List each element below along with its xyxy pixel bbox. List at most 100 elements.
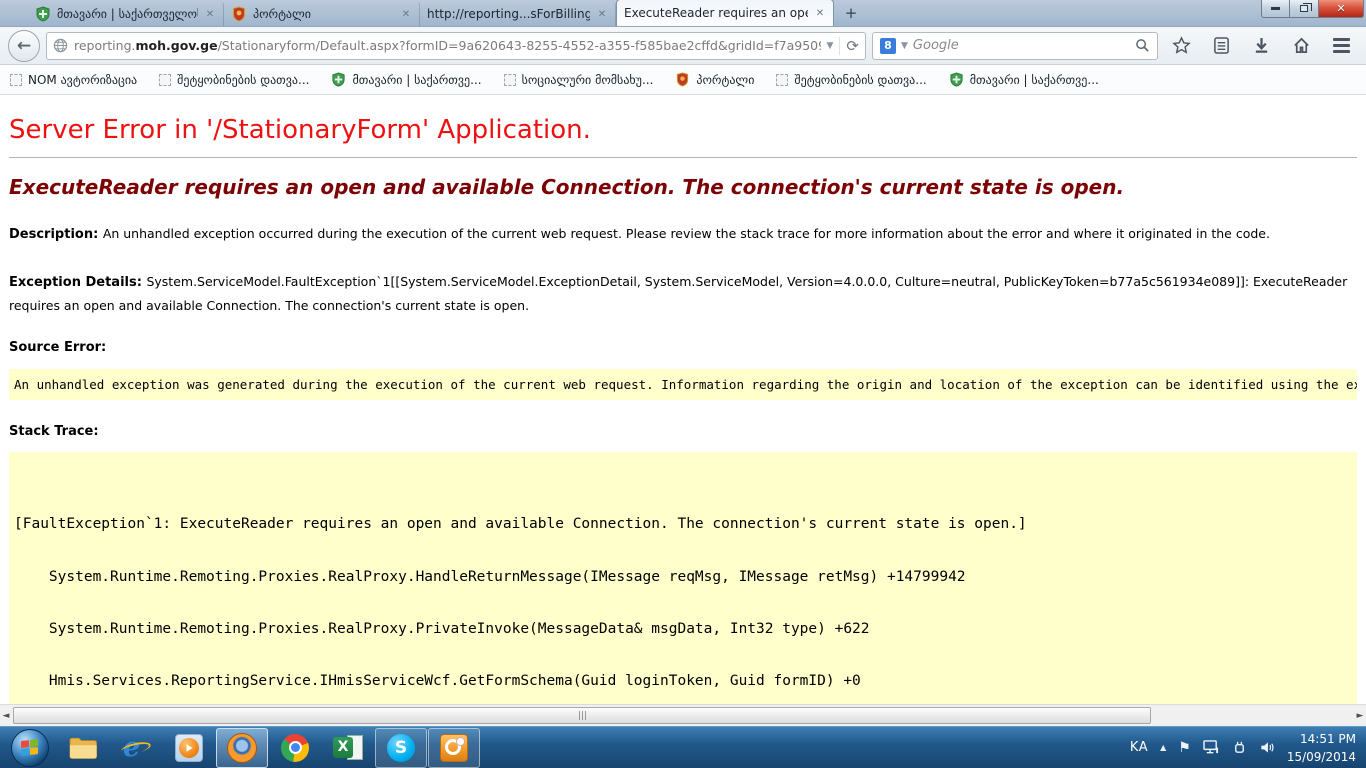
- description-paragraph: Description: An unhandled exception occu…: [9, 223, 1357, 247]
- bookmark-item[interactable]: მთავარი | საქართვე...: [331, 72, 481, 87]
- menu-button[interactable]: [1324, 31, 1358, 61]
- close-button[interactable]: ✕: [1318, 0, 1364, 18]
- url-text[interactable]: reporting.moh.gov.ge/Stationaryform/Defa…: [74, 38, 821, 53]
- default-bookmark-icon: [10, 74, 22, 86]
- source-error-box: An unhandled exception was generated dur…: [9, 369, 1357, 400]
- minimize-icon: [1271, 7, 1280, 10]
- taskbar-outlook-button[interactable]: [428, 728, 480, 768]
- taskbar-clock[interactable]: 14:51 PM 15/09/2014: [1287, 730, 1356, 766]
- taskbar-internet-explorer-button[interactable]: e: [110, 728, 162, 768]
- star-icon: [1172, 36, 1191, 55]
- green-shield-icon: [949, 72, 964, 87]
- downloads-button[interactable]: [1244, 31, 1278, 61]
- search-engine-icon[interactable]: 8: [880, 38, 896, 54]
- divider: [9, 157, 1357, 158]
- exception-label: Exception Details:: [9, 275, 146, 290]
- bookmark-item[interactable]: სოციალური მომსახუ...: [504, 73, 654, 87]
- description-text: An unhandled exception occurred during t…: [103, 226, 1270, 241]
- tab-title: ExecuteReader requires an ope...: [624, 6, 808, 20]
- scroll-left-arrow-icon[interactable]: ◄: [0, 705, 12, 727]
- taskbar-explorer-button[interactable]: [57, 728, 109, 768]
- scrollbar-thumb[interactable]: [13, 707, 1151, 724]
- green-shield-icon: [331, 72, 346, 87]
- stack-line: Hmis.Services.ReportingService.IHmisServ…: [14, 671, 1352, 691]
- page-content: Server Error in '/StationaryForm' Applic…: [0, 95, 1366, 704]
- stack-trace-label: Stack Trace:: [9, 424, 1357, 439]
- search-input[interactable]: [913, 38, 1130, 53]
- tab-portali[interactable]: პორტალი ✕: [224, 2, 420, 26]
- default-bookmark-icon: [776, 74, 788, 86]
- georgia-emblem-icon: [675, 72, 690, 87]
- taskbar-chrome-button[interactable]: [269, 728, 321, 768]
- firefox-icon: [227, 733, 257, 763]
- new-tab-button[interactable]: +: [838, 4, 864, 24]
- taskbar-skype-button[interactable]: S: [375, 728, 427, 768]
- tab-reporting-billing[interactable]: http://reporting...sForBilling.aspx ✕: [420, 2, 616, 26]
- tab-close-icon[interactable]: ✕: [814, 8, 826, 19]
- search-icon[interactable]: [1135, 38, 1150, 53]
- language-indicator[interactable]: KA: [1130, 740, 1148, 755]
- globe-icon: [53, 38, 68, 53]
- url-dropdown-icon[interactable]: ▼: [827, 41, 834, 51]
- stack-line: [FaultException`1: ExecuteReader require…: [14, 514, 1352, 534]
- search-engine-dropdown-icon[interactable]: ▼: [901, 41, 908, 51]
- taskbar: e X S KA ▲ ⚑: [0, 726, 1366, 768]
- start-button[interactable]: [4, 728, 56, 768]
- excel-icon: X: [333, 734, 363, 762]
- exception-text: System.ServiceModel.FaultException`1[[Sy…: [9, 274, 1347, 313]
- reload-icon[interactable]: ⟳: [846, 37, 859, 55]
- default-bookmark-icon: [504, 74, 516, 86]
- tab-title: მთავარი | საქართველოს ...: [57, 7, 198, 21]
- bookmark-star-button[interactable]: [1164, 31, 1198, 61]
- tab-bar: მთავარი | საქართველოს ... ✕ პორტალი ✕ ht…: [0, 0, 1366, 27]
- back-button[interactable]: ←: [8, 30, 40, 62]
- bookmarks-panel-button[interactable]: [1204, 31, 1238, 61]
- taskbar-excel-button[interactable]: X: [322, 728, 374, 768]
- hamburger-menu-icon: [1333, 38, 1350, 53]
- horizontal-scrollbar[interactable]: ◄ ►: [0, 704, 1366, 726]
- tab-close-icon[interactable]: ✕: [596, 9, 608, 20]
- stack-trace-box: [FaultException`1: ExecuteReader require…: [9, 452, 1357, 704]
- bookmark-label: შეტყობინების დათვა...: [177, 73, 309, 87]
- clock-time: 14:51 PM: [1300, 732, 1356, 746]
- windows-explorer-icon: [68, 735, 98, 761]
- window-controls: ✕: [1261, 0, 1364, 18]
- tab-close-icon[interactable]: ✕: [400, 9, 412, 20]
- bookmark-label: NOM ავტორიზაცია: [28, 73, 137, 87]
- taskbar-firefox-button[interactable]: [216, 728, 268, 768]
- network-icon[interactable]: [1203, 740, 1220, 755]
- tab-close-icon[interactable]: ✕: [204, 9, 216, 20]
- bookmark-item[interactable]: შეტყობინების დათვა...: [776, 73, 926, 87]
- internet-explorer-icon: e: [121, 734, 151, 762]
- volume-icon[interactable]: [1259, 740, 1275, 755]
- restore-button[interactable]: [1290, 0, 1318, 18]
- power-plug-icon[interactable]: [1232, 740, 1247, 755]
- scroll-right-arrow-icon[interactable]: ►: [1354, 705, 1366, 727]
- action-center-flag-icon[interactable]: ⚑: [1178, 740, 1191, 756]
- tab-mtavari[interactable]: მთავარი | საქართველოს ... ✕: [28, 2, 224, 26]
- bookmark-item[interactable]: პორტალი: [675, 72, 754, 87]
- tab-executereader-active[interactable]: ExecuteReader requires an ope... ✕: [616, 0, 834, 26]
- navigation-toolbar: ← reporting.moh.gov.ge/Stationaryform/De…: [0, 27, 1366, 65]
- taskbar-media-player-button[interactable]: [163, 728, 215, 768]
- bookmark-label: შეტყობინების დათვა...: [794, 73, 926, 87]
- home-icon: [1292, 36, 1311, 55]
- download-arrow-icon: [1253, 36, 1270, 55]
- hidden-icons-icon[interactable]: ▲: [1160, 743, 1166, 752]
- search-bar[interactable]: 8 ▼: [872, 32, 1158, 60]
- home-button[interactable]: [1284, 31, 1318, 61]
- url-bar[interactable]: reporting.moh.gov.ge/Stationaryform/Defa…: [46, 32, 866, 60]
- bookmark-item[interactable]: შეტყობინების დათვა...: [159, 73, 309, 87]
- minimize-button[interactable]: [1261, 0, 1290, 18]
- outlook-icon: [440, 734, 468, 762]
- bookmark-label: მთავარი | საქართვე...: [970, 73, 1099, 87]
- bookmark-label: პორტალი: [696, 73, 754, 87]
- bookmark-item[interactable]: მთავარი | საქართვე...: [949, 72, 1099, 87]
- bookmark-item[interactable]: NOM ავტორიზაცია: [10, 73, 137, 87]
- bookmarks-panel-icon: [1213, 36, 1230, 55]
- error-title: Server Error in '/StationaryForm' Applic…: [9, 115, 1357, 145]
- chrome-icon: [281, 734, 309, 762]
- windows-start-icon: [11, 729, 49, 767]
- divider: [839, 37, 840, 55]
- description-label: Description:: [9, 227, 103, 242]
